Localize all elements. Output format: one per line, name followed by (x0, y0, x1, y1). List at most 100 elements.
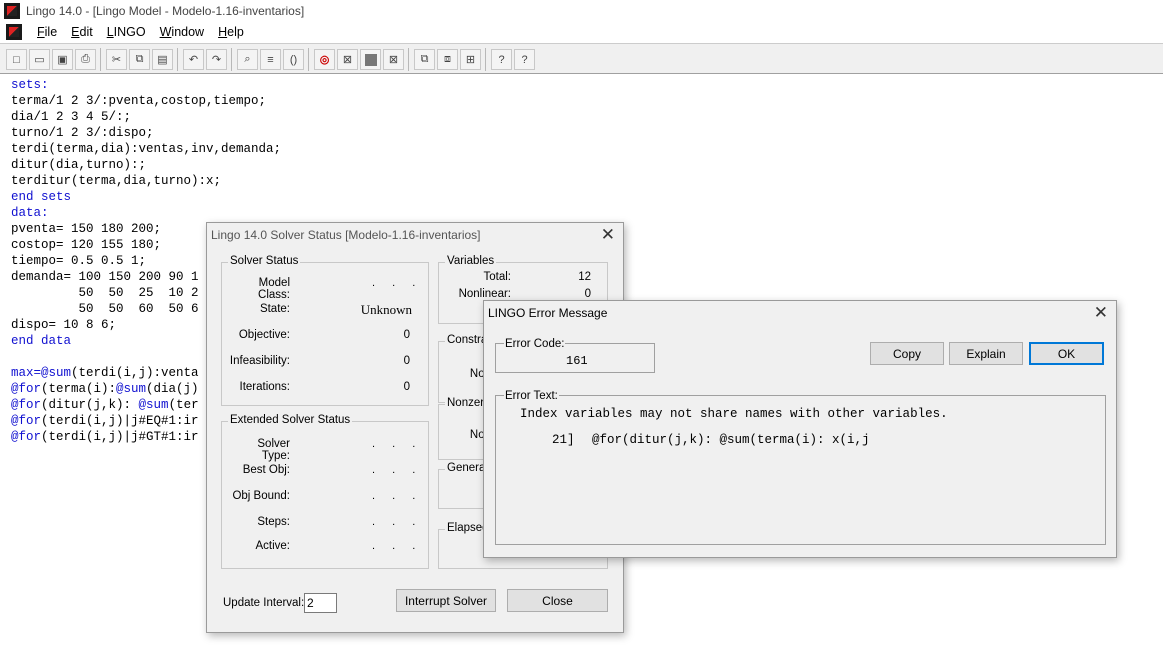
nonlinear-label: Nonlinear: (458, 288, 511, 300)
code-line[interactable]: ditur(dia,turno):; (11, 157, 1163, 173)
code-keyword: data: (11, 206, 49, 220)
code-text: (ter (168, 398, 199, 412)
cascade-icon[interactable]: ⊞ (460, 49, 481, 70)
code-line[interactable]: end sets (11, 189, 1163, 205)
iterations-value: 0 (403, 381, 410, 393)
code-text: terditur(terma,dia,turno):x; (11, 174, 222, 188)
code-line[interactable]: dia/1 2 3 4 5/:; (11, 109, 1163, 125)
code-keyword: @for (11, 382, 42, 396)
code-text: (dia(j) (146, 382, 199, 396)
code-keyword: @sum (41, 366, 72, 380)
total-value: 12 (578, 271, 591, 283)
solve-icon[interactable]: ◎ (314, 49, 335, 70)
active-label: Active: (255, 540, 290, 552)
code-text: (terdi(i,j)|j#EQ#1:ir (41, 414, 199, 428)
update-interval-input[interactable]: 2 (304, 593, 337, 613)
code-line[interactable]: terma/1 2 3/:pventa,costop,tiempo; (11, 93, 1163, 109)
update-interval-label: Update Interval: (223, 597, 305, 609)
state-value: Unknown (360, 302, 412, 317)
close-button[interactable]: Close (507, 589, 608, 612)
error-dialog-title: LINGO Error Message (488, 306, 608, 320)
undo-icon[interactable]: ↶ (183, 49, 204, 70)
open-icon[interactable]: ▭ (29, 49, 50, 70)
new-icon[interactable]: □ (6, 49, 27, 70)
ok-button[interactable]: OK (1029, 342, 1104, 365)
code-text: demanda= 100 150 200 90 1 (11, 270, 199, 284)
code-text: costop= 120 155 180; (11, 238, 162, 252)
help-icon[interactable]: ? (491, 49, 512, 70)
code-keyword: end data (11, 334, 72, 348)
infeasibility-value: 0 (403, 355, 410, 367)
code-text: pventa= 150 180 200; (11, 222, 162, 236)
model-class-label: Model Class: (258, 277, 290, 301)
error-close-icon[interactable]: ✕ (1094, 304, 1108, 322)
close-all-icon[interactable]: ⊠ (383, 49, 404, 70)
match-parenthesis-icon[interactable]: () (283, 49, 304, 70)
menu-lingo[interactable]: LINGO (100, 25, 153, 39)
solution-icon[interactable]: ⊠ (337, 49, 358, 70)
document-system-icon[interactable] (6, 24, 22, 40)
interrupt-solver-button[interactable]: Interrupt Solver (396, 589, 496, 612)
menu-window[interactable]: Window (153, 25, 211, 39)
state-label: State: (259, 303, 290, 315)
context-help-icon[interactable]: ? (514, 49, 535, 70)
solver-status-group: Solver Status Model Class: . . . State: … (221, 255, 429, 406)
code-keyword: @sum (116, 382, 147, 396)
model-class-value: . . . (372, 277, 423, 289)
error-code-box: Error Code: 161 (495, 338, 655, 373)
paste-icon[interactable]: ▤ (152, 49, 173, 70)
copy-button[interactable]: Copy (870, 342, 944, 365)
code-line[interactable]: data: (11, 205, 1163, 221)
code-text: 50 50 25 10 2 (11, 286, 199, 300)
solver-status-title: Lingo 14.0 Solver Status [Modelo-1.16-in… (211, 228, 481, 242)
explain-button[interactable]: Explain (949, 342, 1023, 365)
redo-icon[interactable]: ↷ (206, 49, 227, 70)
menu-file[interactable]: File (30, 25, 64, 39)
code-text: turno/1 2 3/:dispo; (11, 126, 154, 140)
menu-help[interactable]: Help (211, 25, 251, 39)
code-text: 50 50 60 50 6 (11, 302, 199, 316)
cut-icon[interactable]: ✂ (106, 49, 127, 70)
copy-icon[interactable]: ⧉ (129, 49, 150, 70)
code-text: (ditur(j,k): (41, 398, 139, 412)
send-to-back-icon[interactable]: ⧉ (414, 49, 435, 70)
lingo-app-icon[interactable] (4, 3, 20, 19)
title-bar: Lingo 14.0 - [Lingo Model - Modelo-1.16-… (0, 0, 1163, 22)
code-line[interactable]: turno/1 2 3/:dispo; (11, 125, 1163, 141)
code-keyword: max= (11, 366, 42, 380)
error-message-dialog: LINGO Error Message ✕ Error Code: 161 Co… (483, 300, 1117, 558)
code-line[interactable]: terditur(terma,dia,turno):x; (11, 173, 1163, 189)
error-text-label: Error Text: (504, 390, 559, 402)
error-text-box: Error Text: Index variables may not shar… (495, 390, 1106, 545)
print-icon[interactable]: ⎙ (75, 49, 96, 70)
code-keyword: sets: (11, 78, 49, 92)
find-replace-icon[interactable]: ≡ (260, 49, 281, 70)
code-text: (terdi(i,j)|j#GT#1:ir (41, 430, 199, 444)
code-text: terdi(terma,dia):ventas,inv,demanda; (11, 142, 282, 156)
find-icon[interactable]: ⌕ (237, 49, 258, 70)
menu-edit[interactable]: Edit (64, 25, 100, 39)
objective-label: Objective: (238, 329, 290, 341)
error-message-text: Index variables may not share names with… (520, 407, 948, 421)
matrix-picture-icon[interactable] (360, 49, 381, 70)
code-line[interactable]: sets: (11, 77, 1163, 93)
code-keyword: @sum (138, 398, 169, 412)
code-line[interactable]: terdi(terma,dia):ventas,inv,demanda; (11, 141, 1163, 157)
code-text: ditur(dia,turno):; (11, 158, 147, 172)
close-icon[interactable]: ✕ (601, 226, 615, 244)
code-text: (terdi(i,j):venta (71, 366, 199, 380)
error-line-reference: 21] (552, 433, 575, 447)
total-label: Total: (483, 271, 512, 283)
solver-type-label: Solver Type: (257, 438, 290, 462)
error-title-bar: LINGO Error Message (484, 301, 1116, 325)
extended-solver-status-group: Extended Solver Status Solver Type: . . … (221, 414, 429, 569)
save-icon[interactable]: ▣ (52, 49, 73, 70)
code-text: tiempo= 0.5 0.5 1; (11, 254, 147, 268)
window-title: Lingo 14.0 - [Lingo Model - Modelo-1.16-… (26, 4, 305, 18)
code-text: terma/1 2 3/:pventa,costop,tiempo; (11, 94, 267, 108)
obj-bound-label: Obj Bound: (232, 490, 290, 502)
code-keyword: @for (11, 414, 42, 428)
tile-icon[interactable]: ⧈ (437, 49, 458, 70)
code-text: dia/1 2 3 4 5/:; (11, 110, 132, 124)
iterations-label: Iterations: (239, 381, 291, 393)
